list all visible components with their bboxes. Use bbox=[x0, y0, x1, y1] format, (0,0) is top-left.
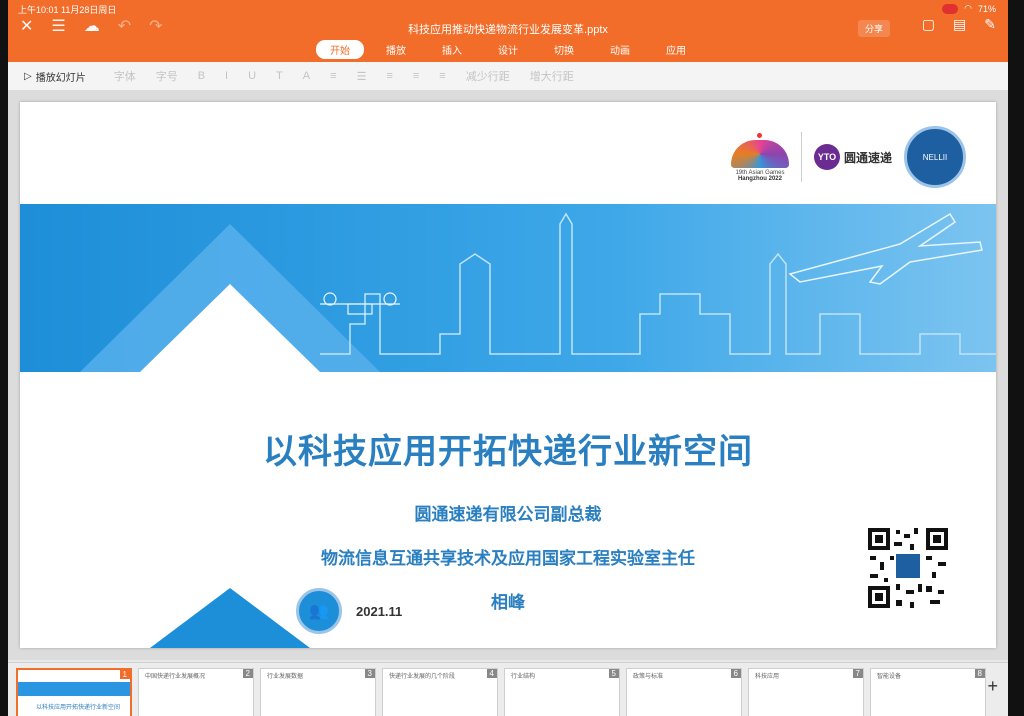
slide-thumbnail[interactable]: 中国快递行业发展概况 2 bbox=[138, 668, 254, 716]
thumbnail-number: 2 bbox=[242, 669, 253, 678]
thumbnail-text: 中国快递行业发展概况 bbox=[145, 674, 206, 680]
tab-play[interactable]: 播放 bbox=[372, 40, 420, 59]
slide-thumbnail[interactable]: 行业发展数据 3 bbox=[260, 668, 376, 716]
app-window: 上午10:01 11月28日周日 ◠ 71% ✕ ☰ ☁ ↶ ↷ 科技应用推动快… bbox=[8, 0, 1008, 716]
play-icon: ▷ bbox=[24, 70, 32, 82]
slide-canvas: 19th Asian Games Hangzhou 2022 YTO 圆通速递 … bbox=[8, 90, 1008, 660]
logo-divider bbox=[800, 132, 802, 182]
people-icon: 👥 bbox=[296, 588, 342, 634]
tab-apply[interactable]: 应用 bbox=[652, 40, 700, 59]
thumbnail-number: 5 bbox=[608, 669, 619, 678]
strikethrough-icon[interactable]: T bbox=[276, 70, 283, 82]
thumbnail-text: 快递行业发展的几个阶段 bbox=[389, 674, 456, 680]
thumbnail-text: 行业结构 bbox=[511, 674, 536, 680]
play-label: 播放幻灯片 bbox=[35, 72, 86, 84]
increase-spacing-button[interactable]: 增大行距 bbox=[530, 68, 574, 84]
tab-start[interactable]: 开始 bbox=[316, 40, 364, 59]
thumbnail-number: 4 bbox=[486, 669, 497, 678]
qr-code bbox=[866, 526, 950, 610]
font-size-select[interactable]: 字号 bbox=[156, 68, 178, 84]
align-right-icon[interactable]: ≡ bbox=[439, 70, 445, 82]
skyline-illustration bbox=[80, 212, 996, 372]
yto-badge: YTO bbox=[813, 144, 840, 170]
sun-dot-icon bbox=[757, 132, 763, 138]
underline-icon[interactable]: U bbox=[248, 70, 256, 82]
yto-name: 圆通速递 bbox=[843, 150, 892, 165]
thumbnail-number: 3 bbox=[364, 669, 375, 678]
book-icon[interactable]: ▤ bbox=[953, 16, 966, 33]
slide-thumbnail-strip: 以科技应用开拓快递行业新空间 1 中国快递行业发展概况 2 行业发展数据 3 快… bbox=[8, 662, 1008, 716]
lab-seal-logo: NELLII bbox=[904, 126, 966, 188]
thumbnail-banner bbox=[18, 682, 130, 696]
thumbnail-text: 科技应用 bbox=[755, 674, 780, 680]
yto-logo: YTO 圆通速递 bbox=[813, 144, 892, 170]
date-row: 👥 2021.11 bbox=[296, 588, 402, 634]
thumbnail-number: 1 bbox=[119, 670, 130, 679]
slide-thumbnail[interactable]: 以科技应用开拓快递行业新空间 1 bbox=[16, 668, 132, 716]
align-center-icon[interactable]: ≡ bbox=[413, 70, 419, 82]
slide-thumbnail[interactable]: 智能设备 8 bbox=[870, 668, 986, 716]
thumbnail-text: 行业发展数据 bbox=[267, 674, 304, 680]
thumbnail-text: 智能设备 bbox=[877, 674, 902, 680]
skyline-banner bbox=[20, 204, 996, 372]
toolbar: ▷ 播放幻灯片 字体 字号 B I U T A ≡ ☰ ≡ ≡ ≡ 减少行距 增… bbox=[8, 62, 1008, 91]
tab-insert[interactable]: 插入 bbox=[428, 40, 476, 59]
tab-animation[interactable]: 动画 bbox=[596, 40, 644, 59]
tab-transition[interactable]: 切换 bbox=[540, 40, 588, 59]
italic-icon[interactable]: I bbox=[225, 70, 228, 82]
asian-games-mark-icon bbox=[730, 139, 789, 168]
thumbnail-number: 7 bbox=[852, 669, 863, 678]
title-bar: 上午10:01 11月28日周日 ◠ 71% ✕ ☰ ☁ ↶ ↷ 科技应用推动快… bbox=[8, 0, 1008, 62]
tab-design[interactable]: 设计 bbox=[484, 40, 532, 59]
subtitle-lab: 物流信息互通共享技术及应用国家工程实验室主任 bbox=[321, 549, 695, 568]
pen-icon[interactable]: ✎ bbox=[984, 16, 996, 33]
subtitle-position: 圆通速递有限公司副总裁 bbox=[414, 505, 602, 524]
slide-date: 2021.11 bbox=[356, 603, 403, 619]
slide-thumbnail[interactable]: 快递行业发展的几个阶段 4 bbox=[382, 668, 498, 716]
current-slide[interactable]: 19th Asian Games Hangzhou 2022 YTO 圆通速递 … bbox=[20, 102, 996, 648]
thumbnail-number: 8 bbox=[974, 669, 985, 678]
status-icons: ◠ 71% bbox=[942, 3, 996, 14]
thumbnail-text: 政策与标准 bbox=[633, 674, 664, 680]
thumbnail-text: 以科技应用开拓快递行业新空间 bbox=[36, 705, 121, 711]
slide-thumbnail[interactable]: 行业结构 5 bbox=[504, 668, 620, 716]
window-icon[interactable]: ▢ bbox=[922, 16, 935, 33]
ribbon-tabs: 开始 播放 插入 设计 切换 动画 应用 bbox=[8, 40, 1008, 59]
bullet-list-icon[interactable]: ≡ bbox=[330, 70, 336, 82]
add-slide-icon[interactable]: + bbox=[987, 676, 998, 697]
thumbnail-number: 6 bbox=[730, 669, 741, 678]
bold-icon[interactable]: B bbox=[198, 70, 205, 82]
decrease-spacing-button[interactable]: 减少行距 bbox=[466, 68, 510, 84]
bottom-triangle bbox=[150, 588, 310, 648]
align-left-icon[interactable]: ≡ bbox=[386, 70, 392, 82]
logo-group: 19th Asian Games Hangzhou 2022 YTO 圆通速递 … bbox=[730, 126, 966, 188]
wifi-icon: ◠ bbox=[964, 3, 972, 13]
share-button[interactable]: 分享 bbox=[857, 20, 890, 37]
font-color-icon[interactable]: A bbox=[303, 70, 310, 82]
status-time: 上午10:01 11月28日周日 bbox=[18, 5, 117, 15]
numbered-list-icon[interactable]: ☰ bbox=[357, 70, 367, 83]
play-slideshow-button[interactable]: ▷ 播放幻灯片 bbox=[24, 69, 86, 84]
recording-icon bbox=[942, 3, 959, 14]
font-select[interactable]: 字体 bbox=[114, 68, 136, 84]
slide-heading: 以科技应用开拓快递行业新空间 bbox=[263, 433, 753, 471]
slide-thumbnail[interactable]: 科技应用 7 bbox=[748, 668, 864, 716]
battery-level: 71% bbox=[977, 3, 996, 14]
slide-thumbnail[interactable]: 政策与标准 6 bbox=[626, 668, 742, 716]
asian-games-logo: 19th Asian Games Hangzhou 2022 bbox=[730, 132, 789, 182]
asian-games-line2: Hangzhou 2022 bbox=[737, 175, 782, 182]
lab-seal-text: NELLII bbox=[922, 152, 948, 162]
